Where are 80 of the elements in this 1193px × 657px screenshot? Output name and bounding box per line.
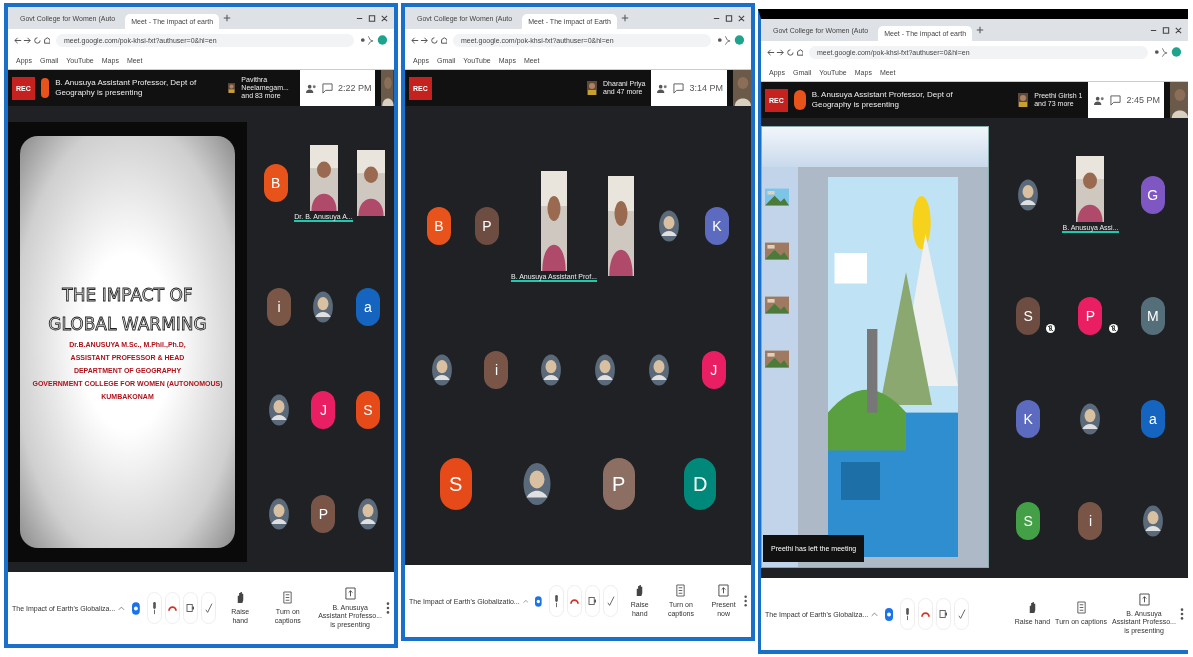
new-tab-icon[interactable] [976, 26, 985, 34]
hang-up-button[interactable] [918, 598, 934, 630]
check-icon [203, 601, 213, 615]
presenter-banner-text: B. Anusuya Assistant Professor, Dept of Geography is presenting [55, 78, 198, 98]
extensions-icon[interactable] [360, 34, 388, 46]
navigation-icon[interactable] [14, 35, 50, 45]
participant-avatar: S [1016, 501, 1041, 540]
camera-icon [939, 607, 949, 621]
check-button[interactable] [200, 592, 216, 624]
info-icon[interactable] [535, 594, 543, 608]
participant-avatar: J [701, 351, 726, 389]
more-options-icon[interactable] [386, 601, 390, 615]
chat-icon[interactable] [673, 82, 685, 94]
people-icon[interactable] [305, 82, 317, 94]
participant-avatar: P [311, 495, 336, 534]
extensions-icon[interactable] [1154, 46, 1182, 58]
info-icon[interactable] [132, 601, 140, 615]
clock-time: 3:14 PM [689, 83, 723, 93]
participant-avatar: S [355, 391, 380, 430]
window-controls-icon[interactable] [1150, 25, 1182, 35]
camera-button[interactable] [936, 598, 952, 630]
participant-avatar: K [1016, 399, 1041, 438]
present-screen-icon [1138, 593, 1150, 607]
mic-button[interactable] [146, 592, 162, 624]
present-screen-icon [718, 584, 730, 598]
participant-avatar: S [439, 458, 472, 511]
window-controls-icon[interactable] [356, 13, 388, 23]
participant-avatar: P [475, 207, 499, 246]
slide-text: GLOBAL WARMING [48, 312, 207, 335]
camera-button[interactable] [182, 592, 198, 624]
camera-button[interactable] [585, 585, 601, 617]
captions-icon [1075, 601, 1087, 615]
camera-icon [588, 594, 598, 608]
captions-icon [282, 591, 294, 605]
clock-time: 2:45 PM [1126, 95, 1160, 105]
clock-time: 2:22 PM [337, 83, 372, 93]
presenter-avatar-icon [793, 90, 806, 110]
mic-button[interactable] [900, 598, 916, 630]
participant-avatar: D [684, 458, 717, 511]
check-button[interactable] [603, 585, 619, 617]
more-options-icon[interactable] [743, 594, 747, 608]
navigation-icon[interactable] [411, 35, 447, 45]
participant-avatar: a [355, 287, 380, 326]
more-options-icon[interactable] [1180, 607, 1184, 621]
participant-avatar: S [1016, 297, 1041, 336]
present-screen-icon [344, 587, 356, 601]
participant-avatar: K [705, 207, 729, 246]
slide-text: THE IMPACT OF [62, 284, 193, 307]
check-button[interactable] [954, 598, 970, 630]
participant-avatar: G [1140, 175, 1165, 214]
chat-icon[interactable] [321, 82, 333, 94]
participant-avatar: i [484, 351, 509, 389]
extensions-icon[interactable] [717, 34, 745, 46]
window-controls-icon[interactable] [713, 13, 745, 23]
presenter-banner-text: B. Anusuya Assistant Professor, Dept of Geography is presenting [811, 90, 954, 110]
participant-avatar: P [1078, 297, 1103, 336]
participant-avatar: B [263, 164, 288, 203]
check-icon [606, 594, 616, 608]
new-tab-icon[interactable] [223, 14, 232, 22]
new-tab-icon[interactable] [620, 14, 629, 22]
participant-avatar: B [427, 207, 451, 246]
participant-avatar: J [311, 391, 336, 430]
caret-icon[interactable] [118, 605, 126, 611]
check-icon [957, 607, 967, 621]
participant-avatar: a [1140, 399, 1165, 438]
participant-avatar: i [1078, 501, 1103, 540]
hang-up-button[interactable] [164, 592, 180, 624]
people-icon[interactable] [657, 82, 669, 94]
presenter-avatar-icon [40, 78, 50, 98]
participant-avatar: i [267, 287, 292, 326]
info-icon[interactable] [885, 607, 894, 621]
participant-avatar: M [1140, 297, 1165, 336]
participant-avatar: P [602, 458, 635, 511]
mic-button[interactable] [549, 585, 565, 617]
navigation-icon[interactable] [767, 47, 803, 57]
camera-icon [185, 601, 195, 615]
hang-up-button[interactable] [567, 585, 583, 617]
chat-icon[interactable] [1110, 94, 1122, 106]
captions-icon [675, 584, 687, 598]
people-icon[interactable] [1094, 94, 1106, 106]
